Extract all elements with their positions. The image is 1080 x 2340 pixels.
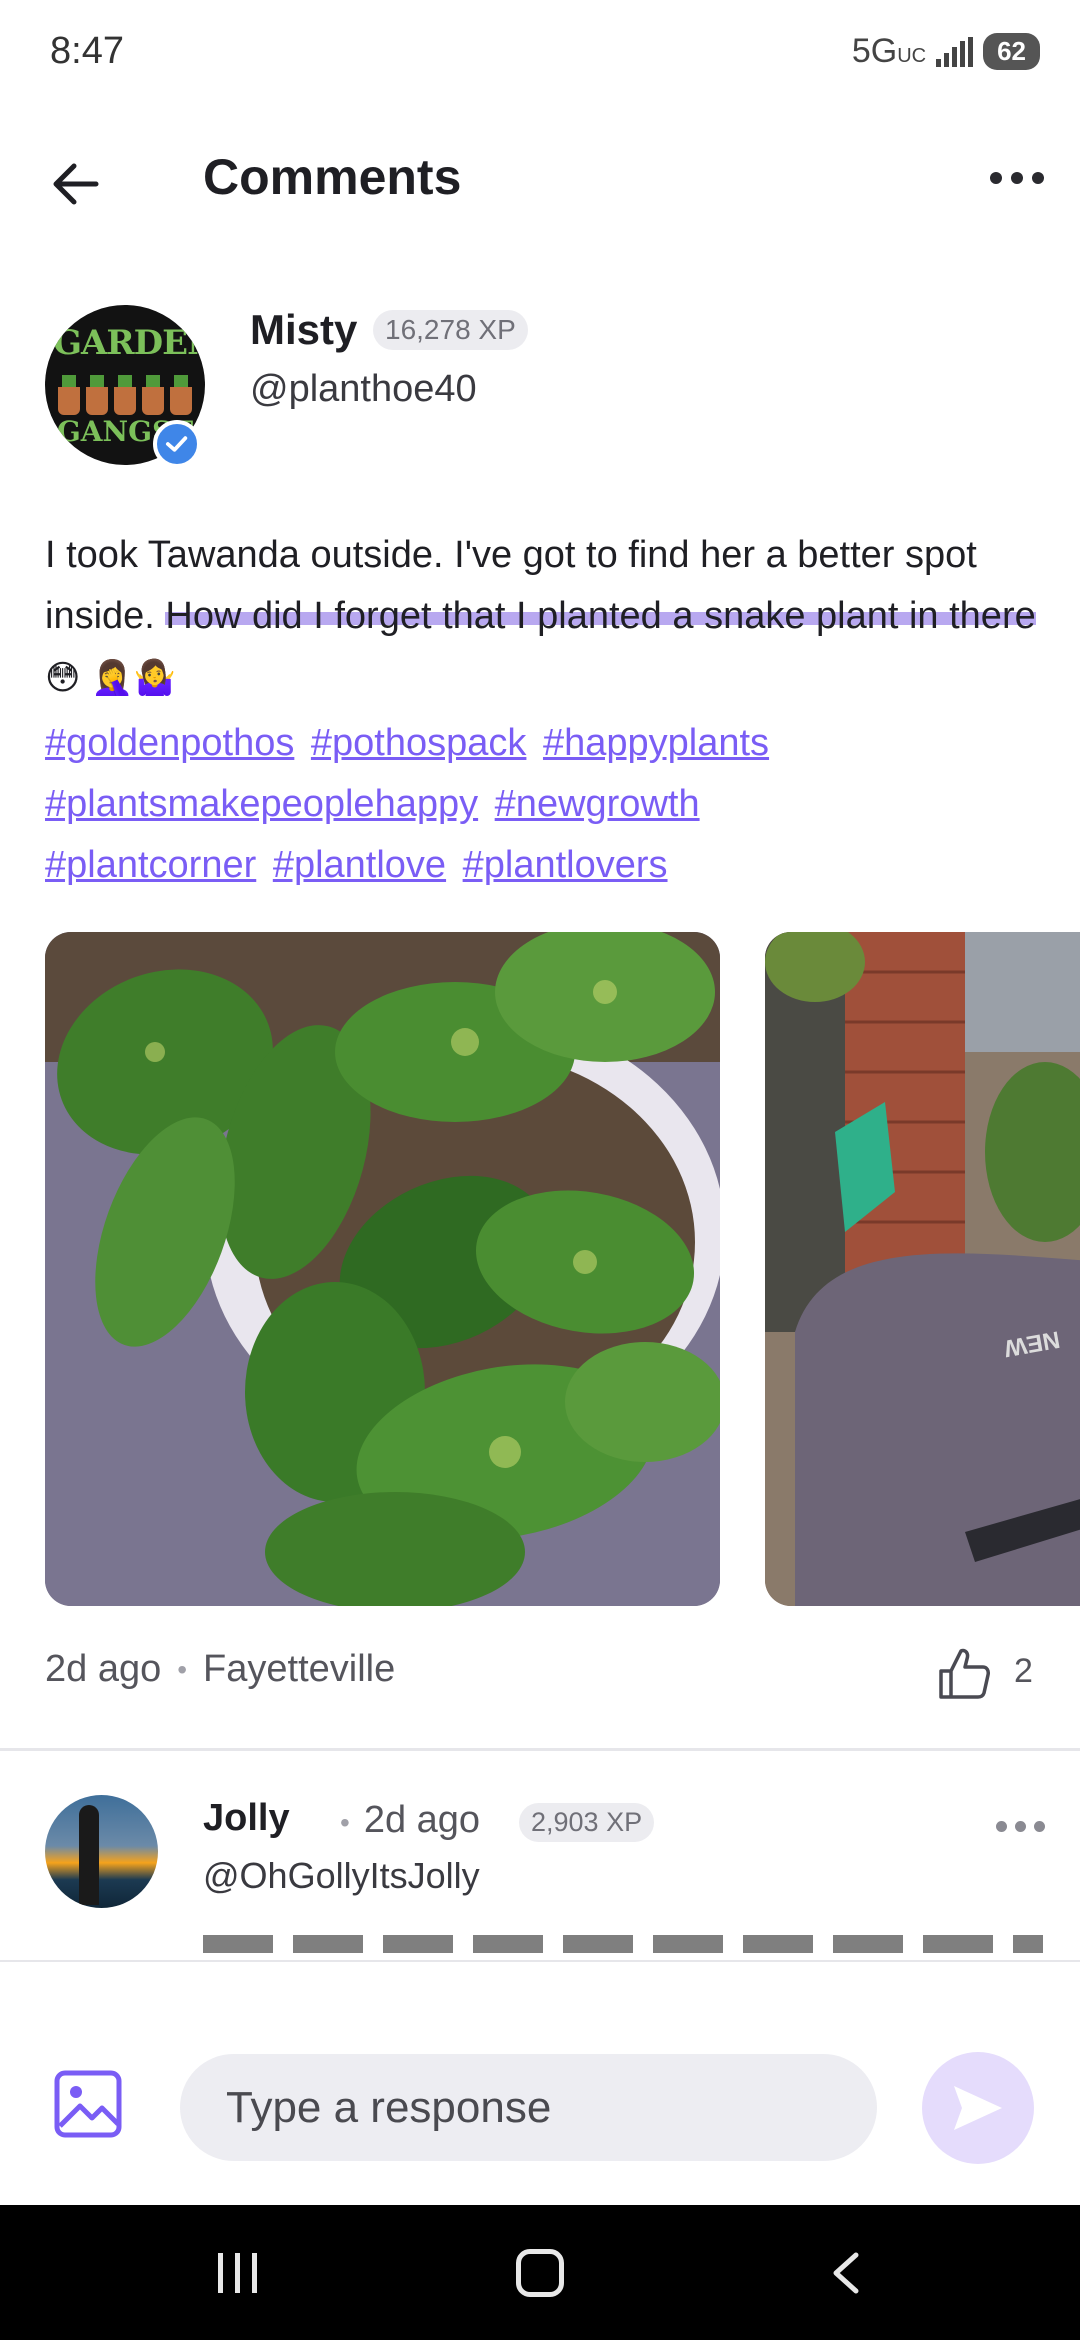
- post-meta: 2d ago • Fayetteville: [45, 1648, 395, 1691]
- author-handle[interactable]: @planthoe40: [250, 368, 477, 411]
- signal-icon: [936, 36, 974, 67]
- divider: [0, 1748, 1080, 1751]
- post-emojis: 😳 🤦‍♀️🤷‍♀️: [45, 658, 176, 698]
- hashtag-link[interactable]: #plantcorner: [45, 844, 256, 886]
- author-name[interactable]: Misty: [250, 306, 357, 354]
- verified-badge-icon: [153, 420, 201, 468]
- hashtag-link[interactable]: #plantlovers: [463, 844, 668, 886]
- nav-back-icon[interactable]: [826, 2251, 866, 2295]
- commenter-avatar[interactable]: [45, 1795, 158, 1908]
- comment-more-icon[interactable]: [996, 1821, 1045, 1832]
- status-bar: 8:47 5GUC 62: [0, 0, 1080, 110]
- system-nav-bar: [0, 2205, 1080, 2340]
- post-photo-pothos[interactable]: [45, 932, 720, 1606]
- hashtag-link[interactable]: #plantsmakepeoplehappy: [45, 783, 478, 825]
- post-photo-outside[interactable]: NEW: [765, 932, 1080, 1606]
- post-location[interactable]: Fayetteville: [203, 1648, 395, 1691]
- response-input[interactable]: [180, 2054, 877, 2161]
- hashtag-link[interactable]: #goldenpothos: [45, 722, 294, 764]
- hashtag-link[interactable]: #plantlove: [273, 844, 446, 886]
- post-text-highlighted: How did I forget that I planted a snake …: [165, 595, 1036, 637]
- more-options-icon[interactable]: [990, 172, 1044, 184]
- send-button[interactable]: [922, 2052, 1034, 2164]
- send-icon: [954, 2086, 1002, 2130]
- author-xp-badge: 16,278 XP: [373, 310, 528, 350]
- separator-dot: •: [177, 1653, 188, 1685]
- hashtag-link[interactable]: #happyplants: [543, 722, 769, 764]
- commenter-handle[interactable]: @OhGollyItsJolly: [203, 1855, 480, 1897]
- avatar-logo-text: GARDEN: [53, 323, 205, 363]
- comment-time-wrap: • 2d ago: [340, 1799, 481, 1841]
- avatar-plants-graphic: [55, 367, 195, 415]
- commenter-name[interactable]: Jolly: [203, 1797, 290, 1840]
- status-time: 8:47: [50, 30, 124, 72]
- post-author: GARDEN GANGST Misty 16,278 XP @planthoe4…: [45, 300, 1045, 470]
- post-time: 2d ago: [45, 1648, 162, 1690]
- home-icon[interactable]: [516, 2249, 564, 2297]
- image-attach-icon[interactable]: [52, 2068, 124, 2140]
- comment-time: 2d ago: [363, 1799, 481, 1841]
- back-arrow-icon[interactable]: [44, 152, 108, 216]
- battery-icon: 62: [983, 33, 1040, 70]
- comment-text-cutoff: [203, 1935, 1043, 1953]
- hashtag-list: #goldenpothos #pothospack #happyplants #…: [45, 713, 1045, 896]
- recents-icon[interactable]: [218, 2253, 257, 2293]
- page-title: Comments: [203, 149, 462, 205]
- app-header: Comments: [0, 120, 1080, 240]
- hashtag-link[interactable]: #newgrowth: [495, 783, 700, 825]
- post-body: I took Tawanda outside. I've got to find…: [45, 525, 1045, 709]
- comment-item: Jolly • 2d ago 2,903 XP @OhGollyItsJolly: [45, 1795, 1045, 1965]
- like-count: 2: [1014, 1652, 1033, 1690]
- hashtag-link[interactable]: #pothospack: [311, 722, 527, 764]
- commenter-xp-badge: 2,903 XP: [519, 1803, 655, 1842]
- network-indicator: 5GUC: [851, 32, 927, 70]
- thumbs-up-icon[interactable]: [935, 1645, 993, 1703]
- response-composer: [0, 1960, 1080, 2205]
- status-icons: 5GUC 62: [852, 32, 1040, 71]
